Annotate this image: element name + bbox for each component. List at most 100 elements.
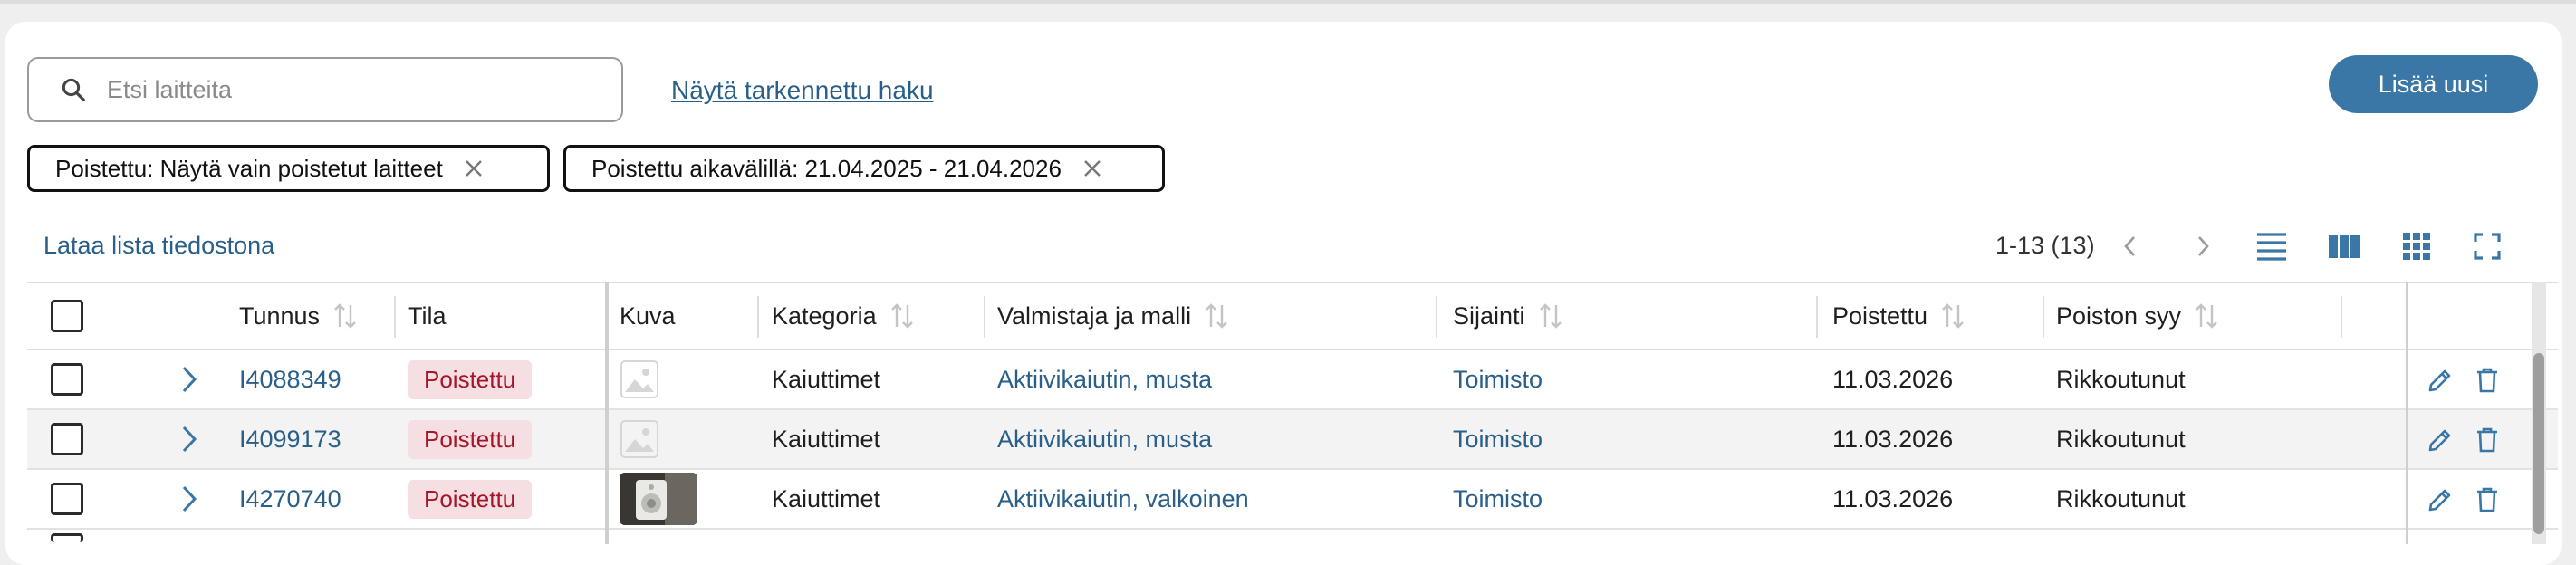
frozen-columns-divider xyxy=(605,282,609,544)
column-divider[interactable] xyxy=(1436,296,1437,338)
row-checkbox[interactable] xyxy=(51,423,83,455)
search-icon xyxy=(62,78,85,101)
status-cell: Poistettu xyxy=(408,470,533,528)
status-cell: Poistettu xyxy=(408,350,533,408)
top-strip xyxy=(0,0,2576,4)
image-cell[interactable] xyxy=(620,350,659,408)
column-header-kategoria[interactable]: Kategoria xyxy=(772,283,915,349)
column-label: Tunnus xyxy=(239,302,321,330)
row-checkbox[interactable] xyxy=(51,483,83,515)
download-list-link[interactable]: Lataa lista tiedostona xyxy=(43,232,274,260)
table-row[interactable] xyxy=(27,530,2558,542)
deleted-date-cell: 11.03.2026 xyxy=(1832,365,1954,393)
table-row[interactable]: I4270740 Poistettu Kaiuttimet Aktiivikai… xyxy=(27,470,2558,530)
deletion-reason-cell: Rikkoutunut xyxy=(2056,484,2186,512)
edit-icon[interactable] xyxy=(2422,482,2458,518)
filter-chip-label: Poistettu: Näytä vain poistetut laitteet xyxy=(55,154,443,182)
column-divider[interactable] xyxy=(2043,296,2044,338)
close-icon[interactable] xyxy=(463,158,485,179)
status-badge: Poistettu xyxy=(408,419,533,459)
deletion-reason-cell: Rikkoutunut xyxy=(2056,365,2186,393)
expand-chevron-icon[interactable] xyxy=(179,350,199,408)
column-header-poiston-syy[interactable]: Poiston syy xyxy=(2056,283,2219,349)
column-divider[interactable] xyxy=(984,296,985,338)
fullscreen-icon[interactable] xyxy=(2467,226,2507,266)
column-header-kuva: Kuva xyxy=(620,283,676,349)
category-cell: Kaiuttimet xyxy=(772,425,881,453)
expand-chevron-icon[interactable] xyxy=(179,470,199,528)
column-header-tila[interactable]: Tila xyxy=(408,283,447,349)
add-new-button[interactable]: Lisää uusi xyxy=(2329,55,2538,113)
deletion-reason-cell: Rikkoutunut xyxy=(2056,425,2186,453)
column-divider[interactable] xyxy=(1816,296,1818,338)
row-checkbox[interactable] xyxy=(51,363,83,396)
location-link[interactable]: Toimisto xyxy=(1453,470,1543,528)
image-cell[interactable] xyxy=(620,470,697,528)
filter-chip-deleted: Poistettu: Näytä vain poistetut laitteet xyxy=(27,145,550,192)
column-label: Kategoria xyxy=(772,302,877,330)
column-divider[interactable] xyxy=(2341,296,2342,338)
location-link[interactable]: Toimisto xyxy=(1453,410,1543,468)
deleted-date-cell: 11.03.2026 xyxy=(1832,484,1954,512)
vertical-scrollbar-thumb[interactable] xyxy=(2533,353,2544,534)
sort-icon[interactable] xyxy=(332,302,358,330)
delete-icon[interactable] xyxy=(2469,422,2505,458)
search-input[interactable] xyxy=(105,74,580,105)
expand-chevron-icon[interactable] xyxy=(179,410,199,468)
sort-icon[interactable] xyxy=(1940,302,1966,330)
image-cell[interactable] xyxy=(620,410,659,468)
filter-chip-date-range: Poistettu aikavälillä: 21.04.2025 - 21.0… xyxy=(563,145,1165,192)
advanced-search-link[interactable]: Näytä tarkennettu haku xyxy=(671,76,934,105)
column-header-sijainti[interactable]: Sijainti xyxy=(1453,283,1563,349)
column-label: Tila xyxy=(408,302,447,330)
column-view-icon[interactable] xyxy=(2324,226,2364,266)
edit-icon[interactable] xyxy=(2422,422,2458,458)
model-link[interactable]: Aktiivikaiutin, valkoinen xyxy=(997,470,1249,528)
column-label: Poistettu xyxy=(1832,302,1928,330)
category-cell: Kaiuttimet xyxy=(772,484,881,512)
category-cell: Kaiuttimet xyxy=(772,365,881,393)
column-label: Sijainti xyxy=(1453,302,1525,330)
device-id-link[interactable]: I4270740 xyxy=(239,470,341,528)
table-row[interactable]: I4099173 Poistettu Kaiuttimet Aktiivikai… xyxy=(27,410,2558,470)
search-field[interactable] xyxy=(27,57,623,122)
image-placeholder-icon xyxy=(620,419,659,459)
sort-icon[interactable] xyxy=(1538,302,1563,330)
column-label: Valmistaja ja malli xyxy=(997,302,1192,330)
deleted-date-cell: 11.03.2026 xyxy=(1832,425,1954,453)
model-link[interactable]: Aktiivikaiutin, musta xyxy=(997,350,1212,408)
sort-icon[interactable] xyxy=(889,302,915,330)
edit-icon[interactable] xyxy=(2422,362,2458,398)
filter-chip-label: Poistettu aikavälillä: 21.04.2025 - 21.0… xyxy=(591,154,1062,182)
select-all-checkbox[interactable] xyxy=(51,300,83,332)
column-label: Kuva xyxy=(620,302,676,330)
column-header-tunnus[interactable]: Tunnus xyxy=(239,283,358,349)
list-view-icon[interactable] xyxy=(2252,226,2292,266)
chevron-left-icon[interactable] xyxy=(2110,226,2150,266)
status-badge: Poistettu xyxy=(408,479,533,519)
sort-icon[interactable] xyxy=(2194,302,2219,330)
delete-icon[interactable] xyxy=(2469,482,2505,518)
column-header-valmistaja[interactable]: Valmistaja ja malli xyxy=(997,283,1229,349)
table-row[interactable]: I4088349 Poistettu Kaiuttimet Aktiivikai… xyxy=(27,350,2558,410)
row-checkbox[interactable] xyxy=(51,533,83,542)
status-cell: Poistettu xyxy=(408,410,533,468)
table-header: Tunnus Tila Kuva Kategoria Valmistaja ja… xyxy=(27,282,2558,350)
sort-icon[interactable] xyxy=(1204,302,1229,330)
column-header-poistettu[interactable]: Poistettu xyxy=(1832,283,1966,349)
pagination-range: 1-13 (13) xyxy=(1995,232,2095,259)
close-icon[interactable] xyxy=(1081,158,1103,179)
device-id-link[interactable]: I4088349 xyxy=(239,350,341,408)
delete-icon[interactable] xyxy=(2469,362,2505,398)
speaker-photo-thumbnail xyxy=(620,473,697,525)
location-link[interactable]: Toimisto xyxy=(1453,350,1543,408)
model-link[interactable]: Aktiivikaiutin, musta xyxy=(997,410,1212,468)
image-placeholder-icon xyxy=(620,359,659,399)
status-badge: Poistettu xyxy=(408,359,533,399)
chevron-right-icon[interactable] xyxy=(2183,226,2223,266)
column-label: Poiston syy xyxy=(2056,302,2182,330)
column-divider[interactable] xyxy=(394,296,396,338)
device-id-link[interactable]: I4099173 xyxy=(239,410,341,468)
column-divider[interactable] xyxy=(757,296,759,338)
grid-view-icon[interactable] xyxy=(2397,226,2437,266)
